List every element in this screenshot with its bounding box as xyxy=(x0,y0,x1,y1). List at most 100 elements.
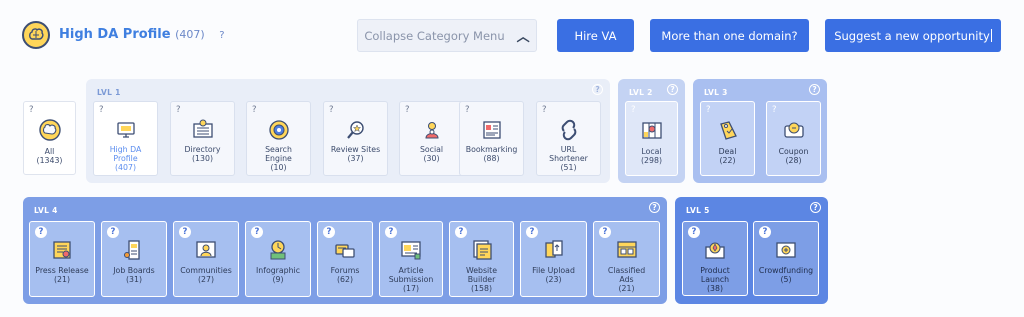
card-name: Article xyxy=(398,266,424,275)
category-card[interactable]: ? Press Release (21) xyxy=(29,221,95,297)
level-2-help-icon[interactable]: ? xyxy=(667,84,678,95)
help-icon[interactable]: ? xyxy=(405,105,410,115)
brain-logo-icon xyxy=(22,21,50,49)
card-name: Crowdfunding xyxy=(758,266,814,275)
rocket-icon xyxy=(704,239,726,261)
map-icon xyxy=(641,119,663,141)
card-name: File Upload xyxy=(532,266,575,275)
help-icon[interactable]: ? xyxy=(706,105,711,115)
help-icon[interactable]: ? xyxy=(455,226,467,238)
help-icon[interactable]: ? xyxy=(252,105,257,115)
search-engine-icon xyxy=(268,119,290,141)
card-name: Job Boards xyxy=(113,266,155,275)
help-icon[interactable]: ? xyxy=(599,226,611,238)
category-card[interactable]: ? URL Shortener (51) xyxy=(536,101,601,176)
card-name: Review Sites xyxy=(330,145,381,154)
card-count: (22) xyxy=(719,156,736,165)
category-card[interactable]: ? Search Engine (10) xyxy=(246,101,311,176)
category-card[interactable]: ? Social (30) xyxy=(399,101,464,176)
help-icon[interactable]: ? xyxy=(542,105,547,115)
title-help-icon[interactable]: ? xyxy=(219,30,224,41)
coupon-icon xyxy=(783,119,805,141)
bookmark-icon xyxy=(481,119,503,141)
more-than-one-domain-button[interactable]: More than one domain? xyxy=(650,19,809,52)
category-card[interactable]: ? Local (298) xyxy=(625,101,678,176)
card-count: (30) xyxy=(423,154,440,163)
category-card-all[interactable]: ? All (1343) xyxy=(23,101,76,175)
category-card[interactable]: ? Website Builder (158) xyxy=(449,221,514,297)
help-icon[interactable]: ? xyxy=(772,105,777,115)
card-name: Website xyxy=(465,266,498,275)
category-card[interactable]: ? Crowdfunding (5) xyxy=(753,221,819,296)
help-icon[interactable]: ? xyxy=(688,226,700,238)
header-bar: High DA Profile (407) ? Collapse Categor… xyxy=(0,0,1024,70)
category-card[interactable]: ? Bookmarking (88) xyxy=(459,101,524,176)
level-3-help-icon[interactable]: ? xyxy=(809,84,820,95)
card-name: Social xyxy=(419,145,444,154)
category-card[interactable]: ? Infographic (9) xyxy=(245,221,311,297)
help-icon[interactable]: ? xyxy=(179,226,191,238)
level-5-label: LVL 5 xyxy=(686,206,710,215)
category-card[interactable]: ? Forums (62) xyxy=(317,221,373,297)
job-board-icon xyxy=(123,239,145,261)
brain-icon xyxy=(38,119,61,141)
category-card[interactable]: ? Communities (27) xyxy=(173,221,239,297)
card-count: (51) xyxy=(560,163,577,172)
collapse-category-menu-button[interactable]: Collapse Category Menu ︿ xyxy=(357,19,537,52)
category-card[interactable]: ? Article Submission (17) xyxy=(379,221,443,297)
help-icon[interactable]: ? xyxy=(107,226,119,238)
level-3-label: LVL 3 xyxy=(704,88,728,97)
card-name: Communities xyxy=(180,266,232,275)
crowdfunding-icon xyxy=(775,239,797,261)
level-4-label: LVL 4 xyxy=(34,206,58,215)
card-count: (27) xyxy=(197,275,214,284)
card-name-line2: Profile xyxy=(113,154,138,163)
help-icon[interactable]: ? xyxy=(329,105,334,115)
suggest-opportunity-button[interactable]: Suggest a new opportunity xyxy=(825,19,1001,52)
card-count: (10) xyxy=(270,163,287,172)
category-card[interactable]: ? File Upload (23) xyxy=(520,221,587,297)
help-icon[interactable]: ? xyxy=(99,105,104,115)
help-icon[interactable]: ? xyxy=(251,226,263,238)
card-name: Search xyxy=(265,145,292,154)
category-card[interactable]: ? Coupon (28) xyxy=(766,101,821,176)
category-card[interactable]: ? Review Sites (37) xyxy=(323,101,388,176)
help-icon[interactable]: ? xyxy=(385,226,397,238)
help-icon[interactable]: ? xyxy=(176,105,181,115)
card-name-line2: Shortener xyxy=(549,154,588,163)
title-text: High DA Profile xyxy=(59,27,171,42)
help-icon[interactable]: ? xyxy=(631,105,636,115)
community-icon xyxy=(195,239,217,261)
card-count: (17) xyxy=(402,284,419,293)
help-icon[interactable]: ? xyxy=(323,226,335,238)
category-card[interactable]: ? High DA Profile (407) xyxy=(93,101,158,176)
level-2-label: LVL 2 xyxy=(629,88,653,97)
help-icon[interactable]: ? xyxy=(759,226,771,238)
category-card[interactable]: ? Job Boards (31) xyxy=(101,221,167,297)
card-name: URL xyxy=(560,145,577,154)
card-count: (158) xyxy=(471,284,492,293)
card-count: (38) xyxy=(706,284,723,293)
card-name: All xyxy=(44,147,55,156)
level-5-help-icon[interactable]: ? xyxy=(810,202,821,213)
level-1-help-icon[interactable]: ? xyxy=(592,84,603,95)
hire-va-button[interactable]: Hire VA xyxy=(557,19,634,52)
category-card[interactable]: ? Deal (22) xyxy=(700,101,755,176)
category-card[interactable]: ? Classified Ads (21) xyxy=(593,221,660,297)
card-name: Coupon xyxy=(778,147,809,156)
help-icon[interactable]: ? xyxy=(29,105,34,115)
category-card[interactable]: ? Directory (130) xyxy=(170,101,235,176)
level-4-help-icon[interactable]: ? xyxy=(649,202,660,213)
hire-label: Hire VA xyxy=(574,28,617,43)
card-count: (21) xyxy=(618,284,635,293)
title-count: (407) xyxy=(175,28,205,41)
help-icon[interactable]: ? xyxy=(35,226,47,238)
card-name: Deal xyxy=(718,147,737,156)
card-count: (9) xyxy=(272,275,284,284)
card-name: High DA xyxy=(109,145,142,154)
help-icon[interactable]: ? xyxy=(526,226,538,238)
card-count: (37) xyxy=(347,154,364,163)
card-name-line2: Launch xyxy=(700,275,730,284)
category-card[interactable]: ? Product Launch (38) xyxy=(682,221,748,296)
help-icon[interactable]: ? xyxy=(465,105,470,115)
